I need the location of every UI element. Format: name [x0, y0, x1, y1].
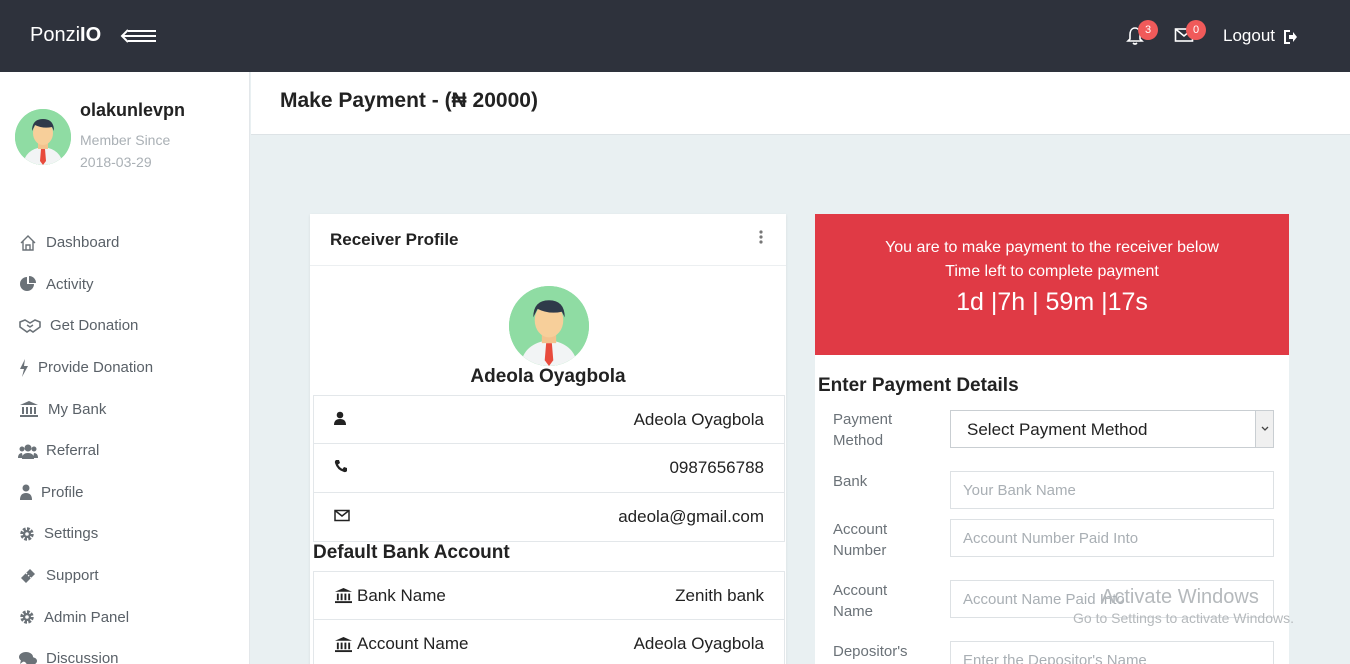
bank-name-label: Bank Name: [357, 585, 446, 605]
bank-name-input[interactable]: [950, 471, 1274, 509]
page-header: Make Payment - (₦ 20000): [251, 72, 1350, 135]
messages-badge: 0: [1186, 20, 1206, 40]
card-header: Receiver Profile: [310, 214, 786, 266]
account-number-label: Account Number: [833, 521, 888, 559]
page-title: Make Payment - (₦ 20000): [280, 89, 538, 112]
member-since: Member Since 2018-03-29: [80, 129, 170, 173]
alert-message: You are to make payment to the receiver …: [885, 239, 1219, 256]
sidebar-item-label: Admin Panel: [44, 608, 130, 626]
receiver-name: Adeola Oyagbola: [470, 366, 626, 387]
username: olakunlevpn: [80, 100, 186, 120]
messages-envelope-icon[interactable]: 0: [1174, 20, 1206, 50]
payment-method-select[interactable]: Select Payment Method: [950, 410, 1274, 448]
account-name-value: Adeola Oyagbola: [633, 634, 764, 653]
list-item: 0987656788: [313, 444, 785, 493]
sidebar-item-admin-panel[interactable]: Admin Panel: [18, 596, 153, 638]
phone-icon: [334, 458, 348, 478]
sidebar-item-label: Settings: [44, 525, 99, 543]
bank-label: Bank: [833, 473, 868, 490]
list-item: Adeola Oyagbola: [313, 395, 785, 444]
user-icon: [334, 410, 346, 430]
sidebar-item-profile[interactable]: Profile: [18, 472, 153, 514]
account-name-label: Account Name: [357, 634, 469, 653]
payment-method-label: Payment Method: [833, 411, 893, 449]
logout-label: Logout: [1223, 26, 1275, 45]
gear-icon: [18, 524, 36, 544]
sidebar-item-get-donation[interactable]: Get Donation: [18, 305, 153, 347]
home-icon: [18, 233, 38, 253]
sidebar-item-label: Get Donation: [50, 317, 139, 335]
envelope-icon: [334, 507, 350, 527]
sidebar-nav: Dashboard Activity Get Donation Provide …: [18, 222, 153, 664]
account-name-label: Account Name: [833, 582, 888, 620]
chevron-down-icon: [1255, 411, 1273, 447]
sidebar-item-label: Provide Donation: [38, 359, 154, 377]
brand-logo[interactable]: PonziIO: [30, 24, 101, 47]
sidebar-item-label: Activity: [46, 275, 94, 293]
list-item: Account Name Adeola Oyagbola: [313, 620, 785, 664]
receiver-contact-list: Adeola Oyagbola 0987656788 adeola@gmail.…: [313, 395, 785, 542]
logout-button[interactable]: Logout: [1223, 26, 1298, 46]
users-icon: [18, 441, 38, 461]
depositor-name-input[interactable]: [950, 641, 1274, 664]
bolt-icon: [18, 358, 30, 378]
receiver-full-name: Adeola Oyagbola: [633, 409, 764, 429]
sidebar-item-support[interactable]: Support: [18, 555, 153, 597]
receiver-phone: 0987656788: [669, 458, 764, 477]
sidebar-item-dashboard[interactable]: Dashboard: [18, 222, 153, 264]
notifications-badge: 3: [1138, 20, 1158, 40]
brand-prefix: Ponzi: [30, 24, 81, 46]
receiver-profile-card: Receiver Profile Adeola Oyagbola Adeola …: [310, 214, 786, 664]
bank-details-list: Bank Name Zenith bank Account Name Adeol…: [313, 571, 785, 664]
sidebar-item-my-bank[interactable]: My Bank: [18, 388, 153, 430]
pie-chart-icon: [18, 274, 38, 294]
sidebar-item-activity[interactable]: Activity: [18, 264, 153, 306]
brand-suffix: IO: [80, 24, 102, 46]
logout-icon: [1283, 29, 1297, 44]
windows-activation-watermark: Activate Windows Go to Settings to activ…: [1073, 586, 1294, 626]
menu-toggle-icon[interactable]: [120, 26, 160, 46]
card-title: Receiver Profile: [330, 230, 459, 249]
bank-name-value: Zenith bank: [675, 585, 764, 605]
top-navbar: PonziIO 3 0 Logout: [0, 0, 1350, 72]
countdown-timer: 1d |7h | 59m |17s: [956, 288, 1148, 316]
notifications-bell-icon[interactable]: 3: [1126, 20, 1158, 50]
watermark-subtitle: Go to Settings to activate Windows.: [1073, 610, 1294, 626]
sidebar-item-label: Referral: [46, 442, 100, 460]
payment-method-value: Select Payment Method: [967, 420, 1148, 439]
watermark-title: Activate Windows: [1101, 586, 1259, 608]
depositor-label: Depositor's: [833, 643, 908, 660]
sidebar-item-provide-donation[interactable]: Provide Donation: [18, 347, 153, 389]
bank-icon: [335, 587, 352, 604]
sidebar-item-label: Support: [46, 567, 99, 585]
sidebar-item-label: My Bank: [48, 400, 107, 418]
sidebar-item-label: Discussion: [46, 650, 119, 664]
payment-section-title: Enter Payment Details: [818, 375, 1019, 396]
member-since-label: Member Since: [80, 132, 171, 148]
sidebar-item-discussion[interactable]: Discussion: [18, 638, 153, 664]
sidebar: olakunlevpn Member Since 2018-03-29 Dash…: [0, 72, 250, 664]
sidebar-item-referral[interactable]: Referral: [18, 430, 153, 472]
gear-icon: [18, 607, 36, 627]
more-options-icon[interactable]: [758, 230, 764, 244]
sidebar-item-label: Dashboard: [46, 234, 120, 252]
list-item: adeola@gmail.com: [313, 493, 785, 542]
bank-icon: [18, 399, 40, 419]
comments-icon: [18, 649, 38, 664]
bank-section-title: Default Bank Account: [313, 542, 510, 563]
list-item: Bank Name Zenith bank: [313, 571, 785, 620]
account-number-input[interactable]: [950, 519, 1274, 557]
user-icon: [18, 482, 33, 502]
member-since-date: 2018-03-29: [80, 154, 152, 170]
receiver-email: adeola@gmail.com: [618, 507, 764, 526]
handshake-icon: [18, 316, 42, 336]
bank-icon: [335, 636, 352, 652]
payment-timer-alert: You are to make payment to the receiver …: [815, 214, 1289, 355]
alert-subtitle: Time left to complete payment: [945, 263, 1159, 280]
receiver-avatar: [509, 286, 589, 366]
ticket-icon: [18, 566, 38, 586]
user-avatar[interactable]: [15, 109, 71, 165]
sidebar-item-label: Profile: [41, 483, 84, 501]
sidebar-item-settings[interactable]: Settings: [18, 513, 153, 555]
